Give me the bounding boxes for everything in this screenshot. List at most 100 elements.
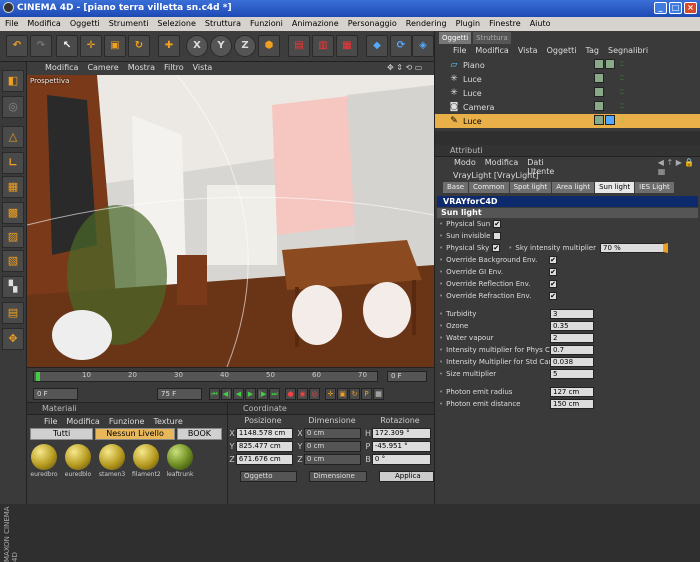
record-icon[interactable]: ● [285,388,296,400]
obj-menu-modifica[interactable]: Modifica [475,46,508,58]
menu-rendering[interactable]: Rendering [406,19,447,31]
scale-icon[interactable]: ▣ [104,35,126,57]
apply-button[interactable]: Applica [378,471,434,482]
vp-menu-vista[interactable]: Vista [193,63,213,75]
scale-key-icon[interactable]: ▣ [337,388,348,400]
keyframe-icon[interactable]: ◎ [309,388,320,400]
sky-mult-slider[interactable]: 70 % [599,243,668,253]
point-key-icon[interactable]: ▦ [373,388,384,400]
viewport-nav-icons[interactable]: ✥ ⇕ ⟲ ▭ [387,63,422,72]
model-mode-icon[interactable]: ◧ [2,70,24,92]
size-y-field[interactable]: 0 cm [303,441,362,452]
play-back-icon[interactable]: ◀ [233,388,244,400]
size-x-field[interactable]: 0 cm [303,428,362,439]
rot-b-field[interactable]: 0 ° [371,454,432,465]
mat-menu-funzione[interactable]: Funzione [109,417,145,428]
move-icon[interactable]: ✛ [80,35,102,57]
attr-menu-dati-utente[interactable]: Dati Utente [527,158,569,176]
menu-plugin[interactable]: Plugin [456,19,481,31]
go-start-icon[interactable]: ⏮ [209,388,220,400]
texture-mode-icon[interactable]: ▧ [2,250,24,272]
tab-spot-light[interactable]: Spot light [509,182,552,193]
render-region-icon[interactable]: ▥ [312,35,334,57]
rot-p-field[interactable]: -45.951 ° [371,441,432,452]
points-mode-icon[interactable]: △ [2,126,24,148]
tab-common[interactable]: Common [469,182,509,193]
timeline[interactable]: 0 10 20 30 40 50 60 70 0 F [27,367,434,385]
tab-tutti[interactable]: Tutti [30,428,94,440]
mat-menu-modifica[interactable]: Modifica [66,417,99,428]
material-item[interactable]: filament2 [132,444,160,478]
tab-oggetti[interactable]: Oggetti [439,32,472,44]
vp-menu-modifica[interactable]: Modifica [45,63,78,75]
workplane-icon[interactable]: ▤ [2,302,24,324]
y-axis-icon[interactable]: Y [210,35,232,57]
attr-menu-modifica[interactable]: Modifica [485,158,518,169]
pos-x-field[interactable]: 1148.578 cm [235,428,294,439]
size-mult-field[interactable]: 5 [550,369,594,379]
obj-menu-segnalibri[interactable]: Segnalibri [608,46,648,58]
menu-strumenti[interactable]: Strumenti [109,19,149,31]
vp-menu-filtro[interactable]: Filtro [164,63,184,75]
playhead[interactable] [36,372,40,381]
object-mode-icon[interactable]: ◎ [2,96,24,118]
menu-file[interactable]: File [5,19,18,31]
object-row[interactable]: ◙ Camera ⁚⁚ [435,100,700,114]
start-frame-field[interactable]: 0 F [33,388,78,400]
close-button[interactable]: × [684,2,697,14]
tab-base[interactable]: Base [443,182,469,193]
maximize-button[interactable]: □ [669,2,682,14]
render-picture-viewer-icon[interactable]: ▦ [336,35,358,57]
next-key-icon[interactable]: |▶ [257,388,268,400]
menu-oggetti[interactable]: Oggetti [70,19,100,31]
redo-icon[interactable]: ↷ [30,35,52,57]
menu-selezione[interactable]: Selezione [157,19,195,31]
rot-h-field[interactable]: 172.309 ° [371,428,432,439]
tab-book[interactable]: BOOK [176,428,223,440]
current-frame-field[interactable]: 0 F [387,371,427,382]
attr-menu-modo[interactable]: Modo [454,158,476,169]
rotate-icon[interactable]: ↻ [128,35,150,57]
obj-menu-oggetti[interactable]: Oggetti [547,46,577,58]
menu-funzioni[interactable]: Funzioni [250,19,283,31]
z-axis-icon[interactable]: Z [234,35,256,57]
tab-nessun-livello[interactable]: Nessun Livello [95,428,175,440]
param-key-icon[interactable]: P [361,388,372,400]
spline-icon[interactable]: ⟳ [390,35,412,57]
water-vapour-field[interactable]: 2 [550,333,594,343]
tab-sun-light[interactable]: Sun light [595,182,635,193]
menu-finestre[interactable]: Finestre [489,19,521,31]
tab-struttura[interactable]: Struttura [473,32,511,44]
menu-struttura[interactable]: Struttura [205,19,241,31]
uv-polygons-icon[interactable]: ▨ [2,226,24,248]
nurbs-icon[interactable]: ◈ [412,35,434,57]
phys-cam-mult-field[interactable]: 0.7 [550,345,594,355]
autokey-icon[interactable]: ◉ [297,388,308,400]
undo-icon[interactable]: ↶ [6,35,28,57]
size-z-field[interactable]: 0 cm [303,454,362,465]
x-axis-icon[interactable]: X [186,35,208,57]
override-bg-checkbox[interactable]: ✔ [549,256,557,264]
coord-system-icon[interactable]: ⬢ [258,35,280,57]
play-icon[interactable]: ▶ [245,388,256,400]
rot-key-icon[interactable]: ↻ [349,388,360,400]
checker-icon[interactable]: ▚ [2,276,24,298]
obj-menu-tag[interactable]: Tag [585,46,599,58]
uv-points-icon[interactable]: ▩ [2,202,24,224]
material-item[interactable]: euredblo [64,444,92,478]
std-cam-mult-field[interactable]: 0.038 [550,357,594,367]
menu-personaggio[interactable]: Personaggio [348,19,397,31]
obj-menu-vista[interactable]: Vista [518,46,538,58]
polygons-mode-icon[interactable]: ▦ [2,176,24,198]
obj-menu-file[interactable]: File [453,46,466,58]
attr-nav-icons[interactable]: ◀ ↑ ▶ 🔒 ▦ [658,158,700,176]
tab-ies-light[interactable]: IES Light [635,182,674,193]
tab-area-light[interactable]: Area light [552,182,595,193]
menu-aiuto[interactable]: Aiuto [530,19,551,31]
mat-menu-file[interactable]: File [44,417,57,428]
render-view-icon[interactable]: ▤ [288,35,310,57]
object-row[interactable]: ▱ Piano ⁚⁚ [435,58,700,72]
menu-modifica[interactable]: Modifica [27,19,60,31]
timeline-track[interactable]: 0 10 20 30 40 50 60 70 [33,371,378,382]
vp-menu-camere[interactable]: Camere [87,63,118,75]
